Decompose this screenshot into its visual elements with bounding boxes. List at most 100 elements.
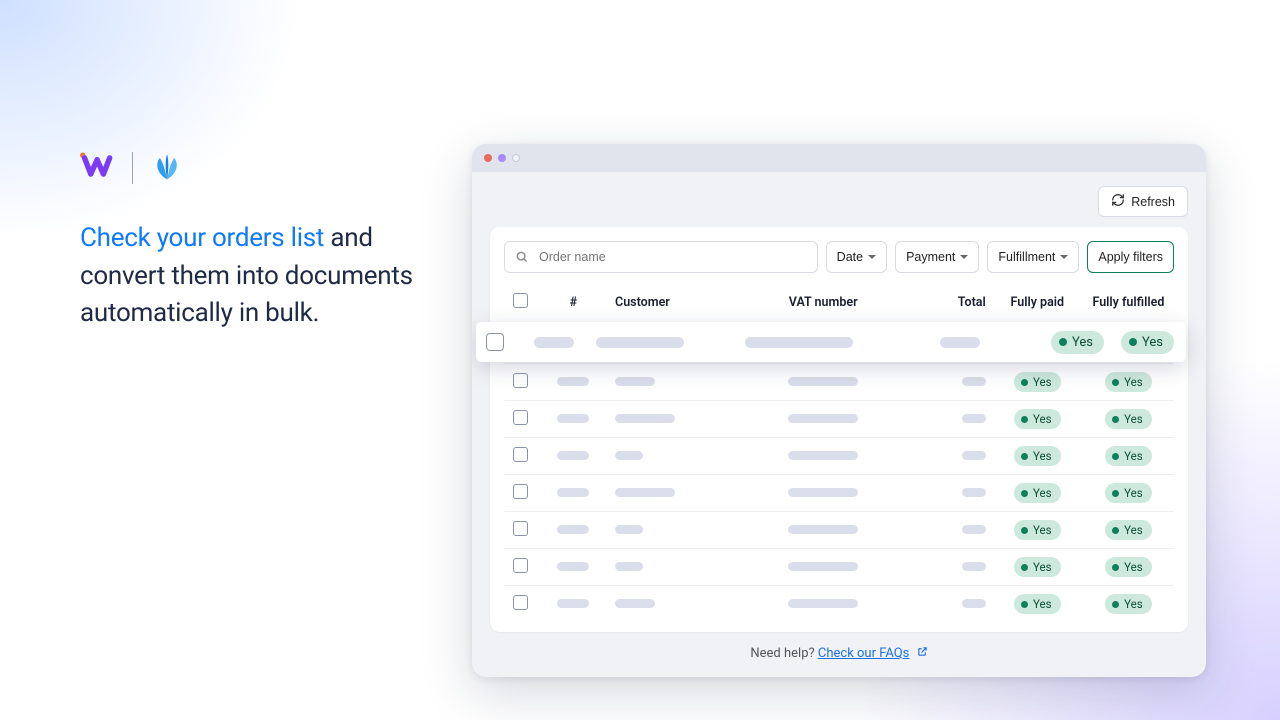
placeholder <box>557 488 589 497</box>
status-badge: Yes <box>1105 409 1152 429</box>
placeholder <box>615 599 655 608</box>
table-row[interactable]: Yes Yes <box>504 586 1174 623</box>
placeholder <box>940 337 980 348</box>
filter-fulfillment-label: Fulfillment <box>998 250 1055 264</box>
search-icon <box>515 250 529 264</box>
badge-label: Yes <box>1033 486 1052 500</box>
placeholder <box>557 525 589 534</box>
placeholder <box>788 599 858 608</box>
search-input-wrap[interactable] <box>504 241 818 273</box>
help-link-label: Check our FAQs <box>818 646 910 661</box>
placeholder <box>557 377 589 386</box>
placeholder <box>962 451 986 460</box>
badge-label: Yes <box>1124 449 1143 463</box>
marketing-tagline: Check your orders list and convert them … <box>80 220 420 333</box>
help-prefix: Need help? <box>750 646 818 661</box>
badge-label: Yes <box>1033 597 1052 611</box>
status-badge: Yes <box>1105 557 1152 577</box>
badge-label: Yes <box>1033 560 1052 574</box>
row-checkbox[interactable] <box>513 558 528 573</box>
row-checkbox[interactable] <box>513 521 528 536</box>
status-dot-icon <box>1021 416 1028 423</box>
row-checkbox[interactable] <box>513 484 528 499</box>
table-row[interactable]: Yes Yes <box>504 438 1174 475</box>
refresh-button[interactable]: Refresh <box>1098 186 1188 217</box>
badge-label: Yes <box>1124 597 1143 611</box>
status-dot-icon <box>1021 490 1028 497</box>
filter-payment-button[interactable]: Payment <box>895 241 979 273</box>
orders-table: # Customer VAT number Total Fully paid F… <box>504 285 1174 622</box>
table-row[interactable]: YesYes <box>504 512 1174 549</box>
filter-fulfillment-button[interactable]: Fulfillment <box>987 241 1079 273</box>
status-dot-icon <box>1112 453 1119 460</box>
status-dot-icon <box>1112 416 1119 423</box>
placeholder <box>557 414 589 423</box>
status-badge: Yes <box>1014 557 1061 577</box>
table-header-row: # Customer VAT number Total Fully paid F… <box>504 285 1174 323</box>
col-total: Total <box>907 285 992 323</box>
table-row[interactable]: YesYes <box>504 401 1174 438</box>
status-dot-icon <box>1021 527 1028 534</box>
status-badge: Yes <box>1014 372 1061 392</box>
status-dot-icon <box>1021 601 1028 608</box>
status-dot-icon <box>1021 564 1028 571</box>
status-badge: Yes <box>1121 331 1174 354</box>
placeholder <box>962 488 986 497</box>
badge-label: Yes <box>1072 335 1093 350</box>
placeholder <box>962 525 986 534</box>
col-number: # <box>538 285 609 323</box>
table-row[interactable]: YesYes <box>504 364 1174 401</box>
col-customer: Customer <box>609 285 739 323</box>
placeholder <box>788 377 858 386</box>
search-input[interactable] <box>529 250 817 264</box>
badge-label: Yes <box>1142 335 1163 350</box>
traffic-light-zoom-icon[interactable] <box>512 154 520 162</box>
status-badge: Yes <box>1051 331 1104 354</box>
table-row[interactable]: Yes Yes <box>504 323 1174 364</box>
row-checkbox[interactable] <box>513 447 528 462</box>
placeholder <box>788 525 858 534</box>
status-dot-icon <box>1112 490 1119 497</box>
status-badge: Yes <box>1014 594 1061 614</box>
placeholder <box>962 377 986 386</box>
placeholder <box>557 599 589 608</box>
badge-label: Yes <box>1033 523 1052 537</box>
table-row[interactable]: YesYes <box>504 475 1174 512</box>
external-link-icon <box>917 646 928 661</box>
placeholder <box>788 414 858 423</box>
placeholder <box>615 414 675 423</box>
placeholder <box>615 451 643 460</box>
status-badge: Yes <box>1105 594 1152 614</box>
chevron-down-icon <box>960 255 968 259</box>
filter-payment-label: Payment <box>906 250 955 264</box>
status-dot-icon <box>1059 338 1067 346</box>
placeholder <box>557 451 589 460</box>
status-badge: Yes <box>1014 446 1061 466</box>
row-checkbox[interactable] <box>486 333 504 351</box>
placeholder <box>788 488 858 497</box>
filter-date-button[interactable]: Date <box>826 241 887 273</box>
col-fulfilled: Fully fulfilled <box>1083 285 1174 323</box>
logo-row <box>80 150 420 186</box>
placeholder <box>962 562 986 571</box>
placeholder <box>557 562 589 571</box>
traffic-light-minimize-icon[interactable] <box>498 154 506 162</box>
chevron-down-icon <box>868 255 876 259</box>
marketing-panel: Check your orders list and convert them … <box>80 150 420 333</box>
traffic-light-close-icon[interactable] <box>484 154 492 162</box>
orders-panel: Date Payment Fulfillment Apply filters #… <box>490 227 1188 632</box>
placeholder <box>788 562 858 571</box>
badge-label: Yes <box>1124 412 1143 426</box>
status-dot-icon <box>1112 527 1119 534</box>
row-checkbox[interactable] <box>513 595 528 610</box>
help-link[interactable]: Check our FAQs <box>818 646 910 661</box>
apply-filters-button[interactable]: Apply filters <box>1087 241 1174 273</box>
table-row[interactable]: Yes Yes <box>504 549 1174 586</box>
status-badge: Yes <box>1014 520 1061 540</box>
row-checkbox[interactable] <box>513 373 528 388</box>
placeholder <box>615 562 643 571</box>
status-dot-icon <box>1129 338 1137 346</box>
select-all-checkbox[interactable] <box>513 293 528 308</box>
placeholder <box>615 377 655 386</box>
row-checkbox[interactable] <box>513 410 528 425</box>
